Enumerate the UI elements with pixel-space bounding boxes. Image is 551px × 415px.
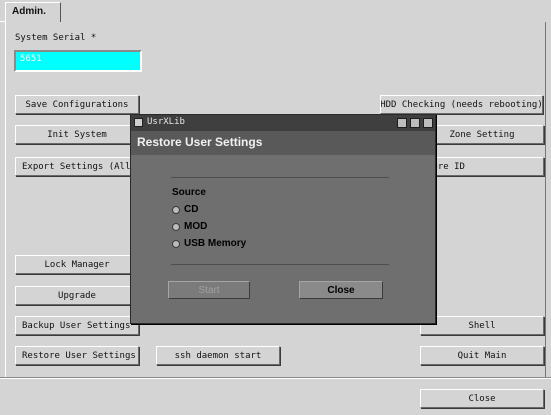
minimize-icon[interactable] [397, 118, 407, 128]
restore-user-settings-dialog: UsrXLib Restore User Settings Source CD … [130, 114, 436, 324]
maximize-icon[interactable] [410, 118, 420, 128]
bottom-divider-highlight [0, 378, 551, 379]
upgrade-button[interactable]: Upgrade [15, 286, 139, 305]
hdd-checking-button[interactable]: HDD Checking (needs rebooting) [380, 95, 543, 114]
app-icon[interactable] [134, 118, 143, 127]
restore-user-settings-button[interactable]: Restore User Settings [15, 346, 139, 365]
radio-indicator[interactable] [172, 239, 180, 248]
radio-mod-label: MOD [184, 221, 208, 232]
dialog-window-title: UsrXLib [147, 117, 185, 127]
tab-bar: Admin. [0, 0, 551, 22]
dialog-heading: Restore User Settings [131, 131, 435, 155]
dialog-titlebar[interactable]: UsrXLib [131, 115, 435, 131]
zone-setting-button[interactable]: Zone Setting [420, 125, 544, 144]
tab-admin[interactable]: Admin. [5, 2, 61, 22]
core-id-button[interactable]: Core ID [420, 157, 544, 176]
dialog-divider-bottom [171, 264, 389, 265]
radio-usb-memory[interactable]: USB Memory [172, 238, 246, 249]
export-settings-button[interactable]: Export Settings (All [15, 157, 139, 176]
radio-cd-label: CD [184, 204, 199, 215]
backup-user-settings-button[interactable]: Backup User Settings [15, 316, 139, 335]
source-label: Source [172, 187, 206, 198]
dialog-close-button[interactable]: Close [299, 281, 383, 299]
init-system-button[interactable]: Init System [15, 125, 139, 144]
quit-main-button[interactable]: Quit Main [420, 346, 544, 365]
close-button[interactable]: Close [420, 389, 544, 408]
radio-mod[interactable]: MOD [172, 221, 207, 232]
system-serial-field[interactable]: 5651 [14, 50, 142, 72]
radio-indicator[interactable] [172, 222, 180, 231]
lock-manager-button[interactable]: Lock Manager [15, 255, 139, 274]
ssh-daemon-start-button[interactable]: ssh daemon start [156, 346, 280, 365]
dialog-divider-top [171, 177, 389, 178]
close-icon[interactable] [423, 118, 433, 128]
save-configurations-button[interactable]: Save Configurations [15, 95, 139, 114]
radio-indicator[interactable] [172, 205, 180, 214]
system-serial-label: System Serial * [15, 33, 97, 43]
radio-cd[interactable]: CD [172, 204, 198, 215]
start-button[interactable]: Start [168, 281, 250, 299]
shell-button[interactable]: Shell [420, 316, 544, 335]
radio-usb-memory-label: USB Memory [184, 238, 247, 249]
